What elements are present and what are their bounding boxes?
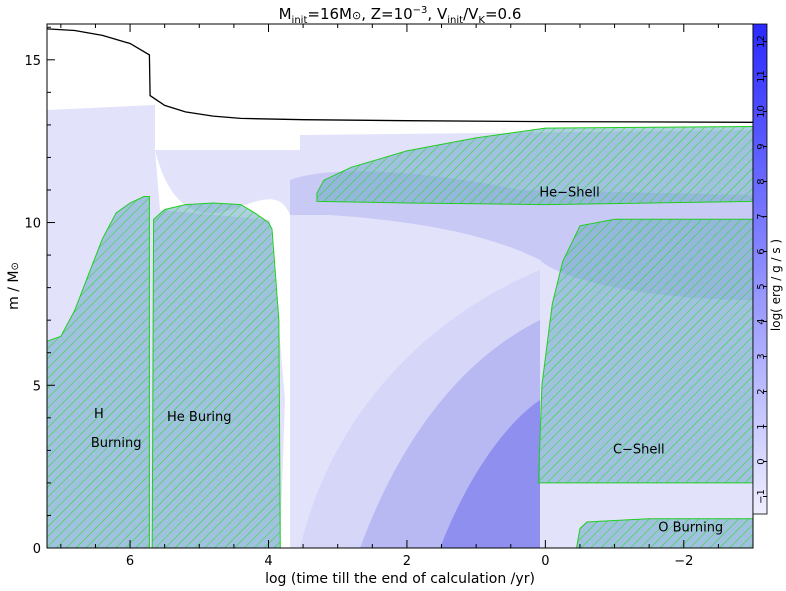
- chart-title: Minit=16M⊙, Z=10−3, Vinit/VK=0.6: [279, 5, 522, 26]
- colorbar: [752, 23, 768, 515]
- x-tick-label: −2: [674, 554, 693, 569]
- zone-hatch-1: [151, 202, 281, 548]
- colorbar-tick-label: 11: [756, 70, 767, 83]
- colorbar-tick-label: 9: [756, 143, 767, 149]
- colorbar-tick-label: 3: [756, 353, 767, 359]
- colorbar-label: log( erg / g / s ): [769, 239, 783, 331]
- x-tick-label: 4: [264, 554, 272, 569]
- kippenhahn-chart: 6 4 2 0 −2 051015 HBurningHe BuringHe−ShellC…: [6, 5, 783, 587]
- colorbar-tick-label: 8: [756, 178, 767, 184]
- y-tick-label: 0: [33, 542, 41, 557]
- colorbar-tick-label: 2: [756, 388, 767, 394]
- colorbar-tick-label: 6: [756, 248, 767, 254]
- y-tick-label: 5: [33, 379, 41, 394]
- colorbar-tick-label: 7: [756, 213, 767, 219]
- zone-annotation: He−Shell: [539, 185, 599, 200]
- zone-annotation: Burning: [91, 436, 142, 451]
- zone-annotation: H: [94, 407, 104, 422]
- x-tick-label: 2: [403, 554, 411, 569]
- colorbar-tick-label: 4: [756, 318, 767, 324]
- x-tick-label: 6: [126, 554, 134, 569]
- colorbar-tick-label: 12: [756, 35, 767, 48]
- colorbar-tick-label: 1: [756, 423, 767, 429]
- zone-annotation: He Buring: [167, 410, 232, 425]
- colorbar-tick-label: 10: [756, 105, 767, 118]
- y-axis-label: m / M⊙: [6, 262, 22, 310]
- colorbar-tick-label: −1: [756, 489, 767, 504]
- zone-annotation: O Burning: [658, 521, 723, 536]
- colorbar-tick-label: 0: [756, 458, 767, 464]
- y-tick-label: 15: [24, 54, 41, 69]
- colorbar-tick-label: 5: [756, 283, 767, 289]
- y-tick-label: 10: [24, 217, 41, 232]
- x-axis-label: log (time till the end of calculation /y…: [265, 571, 535, 587]
- x-tick-label: 0: [541, 554, 549, 569]
- zone-annotation: C−Shell: [613, 443, 665, 458]
